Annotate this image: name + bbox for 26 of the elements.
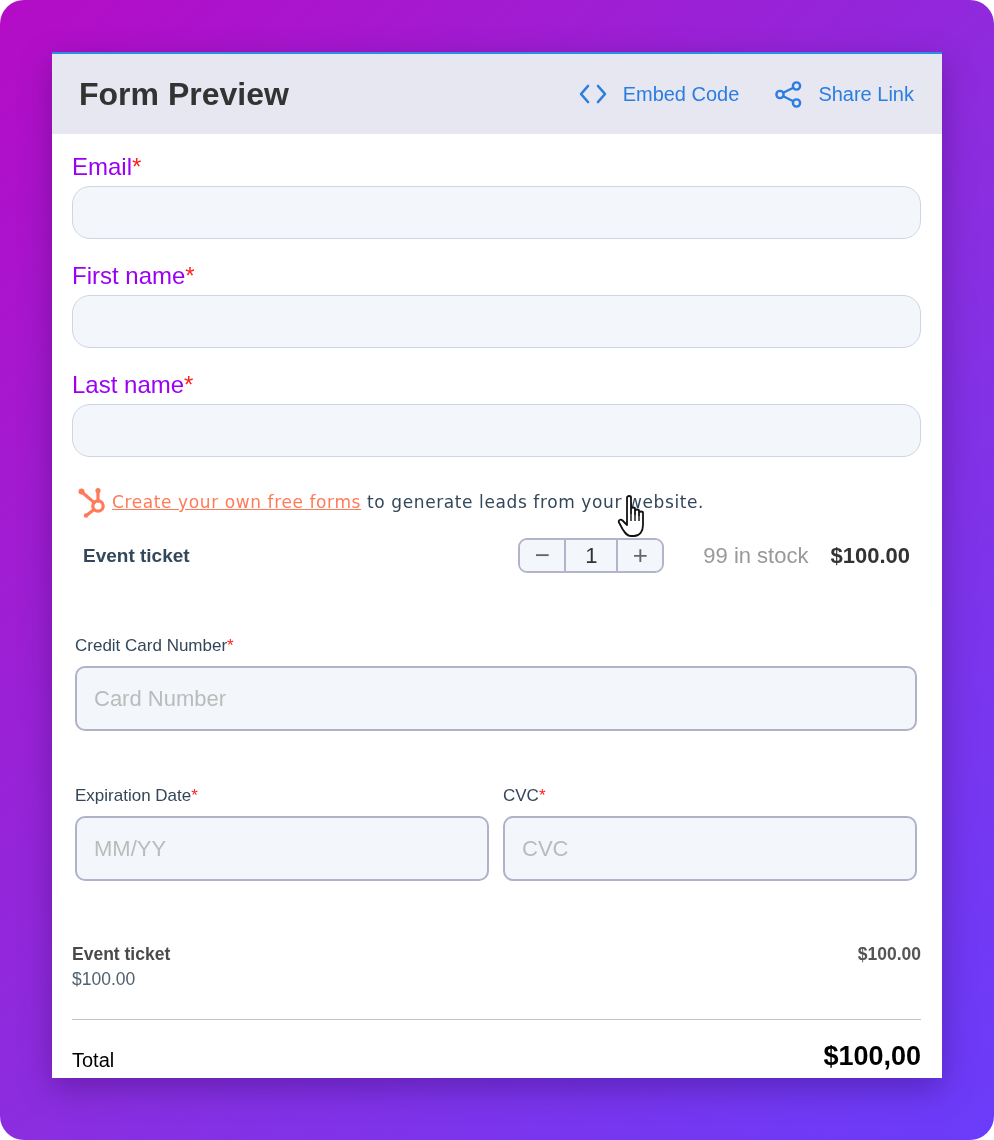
total-amount: $100,00 bbox=[823, 1041, 921, 1072]
text-field[interactable] bbox=[72, 295, 921, 348]
field-label: Last name* bbox=[72, 370, 194, 400]
input-field[interactable]: CVC bbox=[503, 816, 917, 881]
total-label: Total bbox=[72, 1049, 115, 1072]
input-field[interactable]: MM/YY bbox=[75, 816, 489, 881]
input-field[interactable]: Card Number bbox=[75, 666, 917, 731]
item-unit-price: $100.00 bbox=[72, 969, 137, 990]
product-name: Event ticket bbox=[83, 544, 190, 567]
text-field[interactable] bbox=[72, 404, 921, 457]
form-title: Form Preview bbox=[79, 75, 289, 113]
share-icon bbox=[775, 80, 803, 108]
embed-code-link[interactable]: Embed Code bbox=[578, 82, 740, 106]
field-label: Expiration Date* bbox=[75, 786, 198, 806]
field-label: First name* bbox=[72, 261, 195, 291]
share-link[interactable]: Share Link bbox=[775, 80, 914, 108]
field-label: CVC* bbox=[503, 786, 546, 806]
item-name: Event ticket bbox=[72, 944, 171, 965]
text-field[interactable] bbox=[72, 186, 921, 239]
product-price: $100.00 bbox=[830, 542, 910, 569]
stock-count: 99 in stock bbox=[703, 542, 809, 569]
field-label: Email* bbox=[72, 152, 142, 182]
field-label: Credit Card Number* bbox=[75, 636, 234, 656]
item-amount: $100.00 bbox=[857, 944, 921, 965]
code-icon bbox=[578, 84, 607, 104]
quantity-value[interactable]: 1 bbox=[564, 540, 619, 571]
